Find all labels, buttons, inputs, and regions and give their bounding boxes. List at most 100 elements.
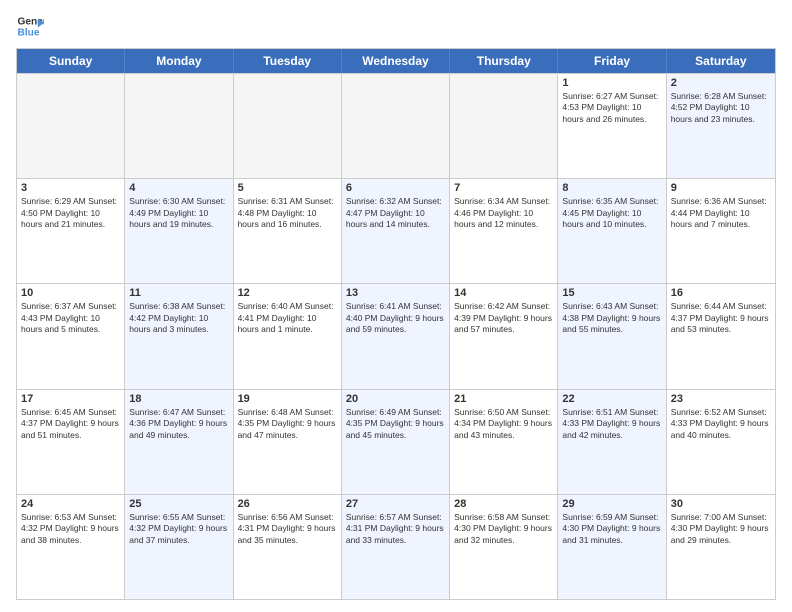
weekday-header: Wednesday <box>342 49 450 73</box>
day-info: Sunrise: 6:36 AM Sunset: 4:44 PM Dayligh… <box>671 196 771 230</box>
calendar-cell: 21 Sunrise: 6:50 AM Sunset: 4:34 PM Dayli… <box>450 390 558 494</box>
day-number: 26 <box>238 498 337 510</box>
calendar-cell: 28 Sunrise: 6:58 AM Sunset: 4:30 PM Dayli… <box>450 495 558 599</box>
day-info: Sunrise: 6:47 AM Sunset: 4:36 PM Dayligh… <box>129 407 228 441</box>
calendar-cell: 19Sunrise: 6:48 AM Sunset: 4:35 PM Dayli… <box>234 390 342 494</box>
calendar-header: SundayMondayTuesdayWednesdayThursdayFrid… <box>17 49 775 73</box>
day-info: Sunrise: 6:56 AM Sunset: 4:31 PM Dayligh… <box>238 512 337 546</box>
calendar-row: 24 Sunrise: 6:53 AM Sunset: 4:32 PM Dayli… <box>17 494 775 599</box>
day-number: 20 <box>346 393 445 405</box>
calendar-cell: 22 Sunrise: 6:51 AM Sunset: 4:33 PM Dayli… <box>558 390 666 494</box>
day-info: Sunrise: 6:59 AM Sunset: 4:30 PM Dayligh… <box>562 512 661 546</box>
calendar-cell: 23Sunrise: 6:52 AM Sunset: 4:33 PM Dayli… <box>667 390 775 494</box>
logo-icon: General Blue <box>16 12 44 40</box>
day-info: Sunrise: 6:51 AM Sunset: 4:33 PM Dayligh… <box>562 407 661 441</box>
day-info: Sunrise: 6:44 AM Sunset: 4:37 PM Dayligh… <box>671 301 771 335</box>
day-number: 21 <box>454 393 553 405</box>
day-number: 27 <box>346 498 445 510</box>
day-number: 5 <box>238 182 337 194</box>
day-info: Sunrise: 6:34 AM Sunset: 4:46 PM Dayligh… <box>454 196 553 230</box>
day-info: Sunrise: 6:37 AM Sunset: 4:43 PM Dayligh… <box>21 301 120 335</box>
day-info: Sunrise: 6:28 AM Sunset: 4:52 PM Dayligh… <box>671 91 771 125</box>
calendar-row: 10 Sunrise: 6:37 AM Sunset: 4:43 PM Dayli… <box>17 283 775 388</box>
page: General Blue SundayMondayTuesdayWednesda… <box>0 0 792 612</box>
calendar-cell: 5 Sunrise: 6:31 AM Sunset: 4:48 PM Daylig… <box>234 179 342 283</box>
calendar-cell: 4 Sunrise: 6:30 AM Sunset: 4:49 PM Daylig… <box>125 179 233 283</box>
day-number: 11 <box>129 287 228 299</box>
weekday-header: Thursday <box>450 49 558 73</box>
calendar-cell <box>17 74 125 178</box>
calendar-cell: 15Sunrise: 6:43 AM Sunset: 4:38 PM Dayli… <box>558 284 666 388</box>
calendar-row: 17 Sunrise: 6:45 AM Sunset: 4:37 PM Dayli… <box>17 389 775 494</box>
calendar-cell: 3Sunrise: 6:29 AM Sunset: 4:50 PM Daylig… <box>17 179 125 283</box>
day-info: Sunrise: 6:32 AM Sunset: 4:47 PM Dayligh… <box>346 196 445 230</box>
day-number: 9 <box>671 182 771 194</box>
day-number: 18 <box>129 393 228 405</box>
day-number: 28 <box>454 498 553 510</box>
day-info: Sunrise: 7:00 AM Sunset: 4:30 PM Dayligh… <box>671 512 771 546</box>
logo: General Blue <box>16 12 44 40</box>
day-number: 6 <box>346 182 445 194</box>
header: General Blue <box>16 12 776 40</box>
day-number: 17 <box>21 393 120 405</box>
calendar-cell: 16 Sunrise: 6:44 AM Sunset: 4:37 PM Dayli… <box>667 284 775 388</box>
day-number: 1 <box>562 77 661 89</box>
day-number: 22 <box>562 393 661 405</box>
day-number: 30 <box>671 498 771 510</box>
day-number: 8 <box>562 182 661 194</box>
day-info: Sunrise: 6:42 AM Sunset: 4:39 PM Dayligh… <box>454 301 553 335</box>
day-number: 29 <box>562 498 661 510</box>
day-number: 16 <box>671 287 771 299</box>
calendar-cell <box>450 74 558 178</box>
calendar-cell: 11 Sunrise: 6:38 AM Sunset: 4:42 PM Dayli… <box>125 284 233 388</box>
day-info: Sunrise: 6:38 AM Sunset: 4:42 PM Dayligh… <box>129 301 228 335</box>
day-info: Sunrise: 6:41 AM Sunset: 4:40 PM Dayligh… <box>346 301 445 335</box>
day-info: Sunrise: 6:29 AM Sunset: 4:50 PM Dayligh… <box>21 196 120 230</box>
calendar-cell: 8 Sunrise: 6:35 AM Sunset: 4:45 PM Daylig… <box>558 179 666 283</box>
day-number: 12 <box>238 287 337 299</box>
day-info: Sunrise: 6:45 AM Sunset: 4:37 PM Dayligh… <box>21 407 120 441</box>
day-number: 13 <box>346 287 445 299</box>
day-info: Sunrise: 6:31 AM Sunset: 4:48 PM Dayligh… <box>238 196 337 230</box>
day-info: Sunrise: 6:30 AM Sunset: 4:49 PM Dayligh… <box>129 196 228 230</box>
weekday-header: Friday <box>558 49 666 73</box>
day-number: 2 <box>671 77 771 89</box>
calendar-cell: 30 Sunrise: 7:00 AM Sunset: 4:30 PM Dayli… <box>667 495 775 599</box>
weekday-header: Sunday <box>17 49 125 73</box>
calendar-row: 1Sunrise: 6:27 AM Sunset: 4:53 PM Daylig… <box>17 73 775 178</box>
day-info: Sunrise: 6:35 AM Sunset: 4:45 PM Dayligh… <box>562 196 661 230</box>
calendar-cell: 29 Sunrise: 6:59 AM Sunset: 4:30 PM Dayli… <box>558 495 666 599</box>
calendar-cell: 24 Sunrise: 6:53 AM Sunset: 4:32 PM Dayli… <box>17 495 125 599</box>
calendar-body: 1Sunrise: 6:27 AM Sunset: 4:53 PM Daylig… <box>17 73 775 599</box>
day-info: Sunrise: 6:50 AM Sunset: 4:34 PM Dayligh… <box>454 407 553 441</box>
day-number: 25 <box>129 498 228 510</box>
calendar-cell: 2 Sunrise: 6:28 AM Sunset: 4:52 PM Daylig… <box>667 74 775 178</box>
calendar-cell: 6 Sunrise: 6:32 AM Sunset: 4:47 PM Daylig… <box>342 179 450 283</box>
calendar-cell: 17 Sunrise: 6:45 AM Sunset: 4:37 PM Dayli… <box>17 390 125 494</box>
calendar-cell: 9 Sunrise: 6:36 AM Sunset: 4:44 PM Daylig… <box>667 179 775 283</box>
weekday-header: Monday <box>125 49 233 73</box>
calendar-cell <box>234 74 342 178</box>
calendar-cell <box>342 74 450 178</box>
calendar-cell: 1Sunrise: 6:27 AM Sunset: 4:53 PM Daylig… <box>558 74 666 178</box>
day-info: Sunrise: 6:53 AM Sunset: 4:32 PM Dayligh… <box>21 512 120 546</box>
calendar: SundayMondayTuesdayWednesdayThursdayFrid… <box>16 48 776 600</box>
day-info: Sunrise: 6:55 AM Sunset: 4:32 PM Dayligh… <box>129 512 228 546</box>
calendar-cell: 12Sunrise: 6:40 AM Sunset: 4:41 PM Dayli… <box>234 284 342 388</box>
day-number: 19 <box>238 393 337 405</box>
calendar-cell: 26 Sunrise: 6:56 AM Sunset: 4:31 PM Dayli… <box>234 495 342 599</box>
day-info: Sunrise: 6:52 AM Sunset: 4:33 PM Dayligh… <box>671 407 771 441</box>
day-info: Sunrise: 6:57 AM Sunset: 4:31 PM Dayligh… <box>346 512 445 546</box>
day-number: 10 <box>21 287 120 299</box>
calendar-cell: 14Sunrise: 6:42 AM Sunset: 4:39 PM Dayli… <box>450 284 558 388</box>
weekday-header: Tuesday <box>234 49 342 73</box>
day-number: 4 <box>129 182 228 194</box>
day-number: 7 <box>454 182 553 194</box>
svg-text:Blue: Blue <box>18 27 40 38</box>
calendar-cell: 7 Sunrise: 6:34 AM Sunset: 4:46 PM Daylig… <box>450 179 558 283</box>
calendar-cell: 20 Sunrise: 6:49 AM Sunset: 4:35 PM Dayli… <box>342 390 450 494</box>
day-info: Sunrise: 6:49 AM Sunset: 4:35 PM Dayligh… <box>346 407 445 441</box>
calendar-cell: 27 Sunrise: 6:57 AM Sunset: 4:31 PM Dayli… <box>342 495 450 599</box>
day-info: Sunrise: 6:58 AM Sunset: 4:30 PM Dayligh… <box>454 512 553 546</box>
day-number: 24 <box>21 498 120 510</box>
